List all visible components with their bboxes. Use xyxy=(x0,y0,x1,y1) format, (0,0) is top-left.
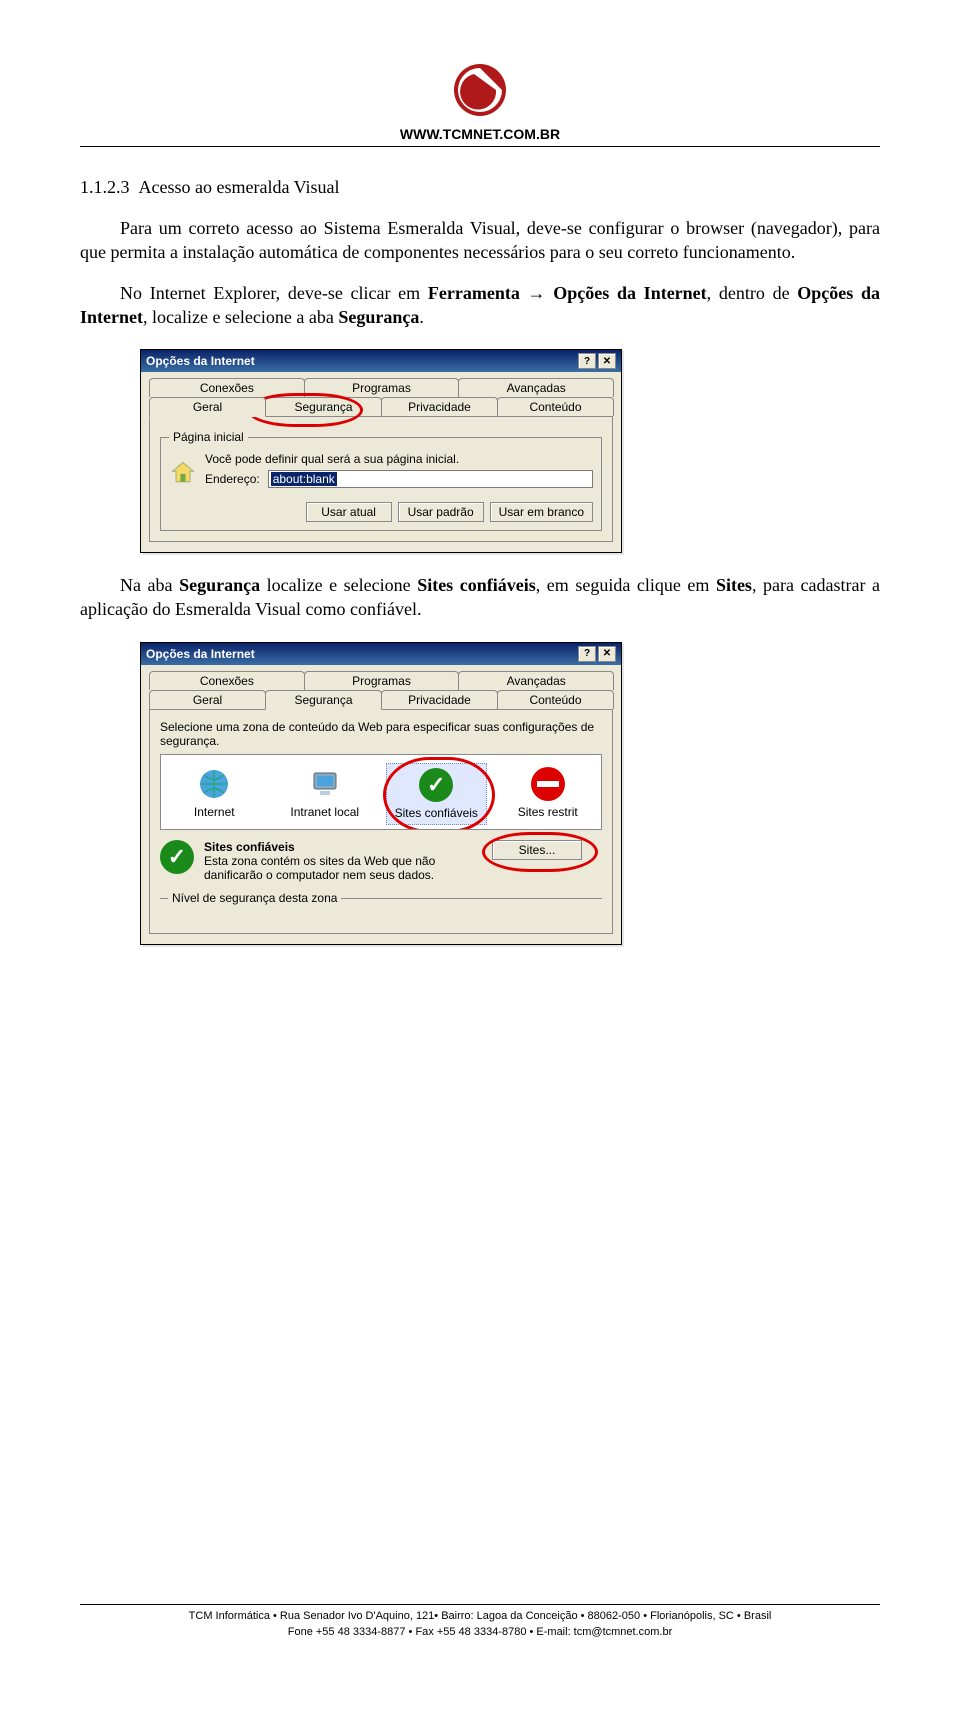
logo-icon xyxy=(450,60,510,120)
tab-seguranca[interactable]: Segurança xyxy=(265,690,382,710)
checkmark-icon: ✓ xyxy=(160,840,194,874)
use-current-button[interactable]: Usar atual xyxy=(306,502,392,522)
help-icon[interactable]: ? xyxy=(578,353,596,369)
tab-programas[interactable]: Programas xyxy=(304,378,460,397)
tab-geral[interactable]: Geral xyxy=(149,690,266,709)
tab-conteudo[interactable]: Conteúdo xyxy=(497,690,614,709)
computer-icon xyxy=(308,767,342,801)
zone-internet[interactable]: Internet xyxy=(165,763,264,825)
section-number: 1.1.2.3 xyxy=(80,177,130,197)
footer-line-1: TCM Informática • Rua Senador Ivo D'Aqui… xyxy=(80,1609,880,1624)
zone-label: Sites restrit xyxy=(501,805,596,819)
sites-button[interactable]: Sites... xyxy=(492,840,582,860)
zone-sites-confiaveis[interactable]: ✓ Sites confiáveis xyxy=(386,763,487,825)
tab-conteudo[interactable]: Conteúdo xyxy=(497,397,614,416)
site-url: WWW.TCMNET.COM.BR xyxy=(80,126,880,142)
tab-avancadas[interactable]: Avançadas xyxy=(458,378,614,397)
zone-sites-restritos[interactable]: Sites restrit xyxy=(499,763,598,825)
close-icon[interactable]: ✕ xyxy=(598,353,616,369)
paragraph-1: Para um correto acesso ao Sistema Esmera… xyxy=(80,216,880,265)
dialog1-tabs-row2: Geral Segurança Privacidade Conteúdo xyxy=(141,397,621,416)
no-entry-icon xyxy=(531,767,565,801)
tab-privacidade[interactable]: Privacidade xyxy=(381,690,498,709)
close-icon[interactable]: ✕ xyxy=(598,646,616,662)
dialog1-title: Opções da Internet xyxy=(146,354,255,368)
tab-geral[interactable]: Geral xyxy=(149,397,266,417)
paragraph-2: No Internet Explorer, deve-se clicar em … xyxy=(80,281,880,330)
paragraph-3: Na aba Segurança localize e selecione Si… xyxy=(80,573,880,622)
dialog2-tabs-row1: Conexões Programas Avançadas xyxy=(141,665,621,690)
tab-conexoes[interactable]: Conexões xyxy=(149,378,305,397)
zone-intranet[interactable]: Intranet local xyxy=(276,763,375,825)
dialog1-titlebar[interactable]: Opções da Internet ? ✕ xyxy=(141,350,621,372)
tab-privacidade[interactable]: Privacidade xyxy=(381,397,498,416)
zone-label: Internet xyxy=(167,805,262,819)
dialog-internet-options-security: Opções da Internet ? ✕ Conexões Programa… xyxy=(140,642,622,945)
home-icon xyxy=(169,459,197,487)
footer-line-2: Fone +55 48 3334-8877 • Fax +55 48 3334-… xyxy=(80,1625,880,1640)
tab-avancadas[interactable]: Avançadas xyxy=(458,671,614,690)
tab-seguranca[interactable]: Segurança xyxy=(265,397,382,416)
zone-instruction: Selecione uma zona de conteúdo da Web pa… xyxy=(160,720,602,748)
help-icon[interactable]: ? xyxy=(578,646,596,662)
fieldset-nivel-seguranca: Nível de segurança desta zona xyxy=(160,898,602,923)
fieldset-legend: Página inicial xyxy=(169,430,248,444)
header-rule xyxy=(80,146,880,147)
footer-rule xyxy=(80,1604,880,1605)
zone-label: Sites confiáveis xyxy=(389,806,484,820)
dialog-internet-options-general: Opções da Internet ? ✕ Conexões Programa… xyxy=(140,349,622,553)
selected-zone-block: ✓ Sites confiáveis Esta zona contém os s… xyxy=(160,840,602,882)
section-heading: 1.1.2.3 Acesso ao esmeralda Visual xyxy=(80,177,880,198)
dialog2-title: Opções da Internet xyxy=(146,647,255,661)
dialog2-titlebar[interactable]: Opções da Internet ? ✕ xyxy=(141,643,621,665)
page-header: WWW.TCMNET.COM.BR xyxy=(80,60,880,147)
page-footer: TCM Informática • Rua Senador Ivo D'Aqui… xyxy=(80,1604,880,1640)
fieldset-pagina-inicial: Página inicial Você pode definir qual se… xyxy=(160,437,602,531)
address-label: Endereço: xyxy=(205,472,260,486)
use-default-button[interactable]: Usar padrão xyxy=(398,502,484,522)
zone-list: Internet Intranet local ✓ Sites confiáve… xyxy=(160,754,602,830)
selected-zone-desc: Esta zona contém os sites da Web que não… xyxy=(204,854,482,882)
zone-label: Intranet local xyxy=(278,805,373,819)
dialog2-tabs-row2: Geral Segurança Privacidade Conteúdo xyxy=(141,690,621,709)
section-title: Acesso ao esmeralda Visual xyxy=(139,177,340,197)
homepage-hint: Você pode definir qual será a sua página… xyxy=(205,452,593,466)
globe-icon xyxy=(197,767,231,801)
dialog1-panel: Página inicial Você pode definir qual se… xyxy=(149,416,613,542)
dialog1-tabs-row1: Conexões Programas Avançadas xyxy=(141,372,621,397)
address-input[interactable]: about:blank xyxy=(268,470,593,488)
dialog2-panel: Selecione uma zona de conteúdo da Web pa… xyxy=(149,709,613,934)
tab-conexoes[interactable]: Conexões xyxy=(149,671,305,690)
level-legend: Nível de segurança desta zona xyxy=(168,891,341,905)
checkmark-icon: ✓ xyxy=(419,768,453,802)
tab-programas[interactable]: Programas xyxy=(304,671,460,690)
selected-zone-title: Sites confiáveis xyxy=(204,840,482,854)
use-blank-button[interactable]: Usar em branco xyxy=(490,502,593,522)
